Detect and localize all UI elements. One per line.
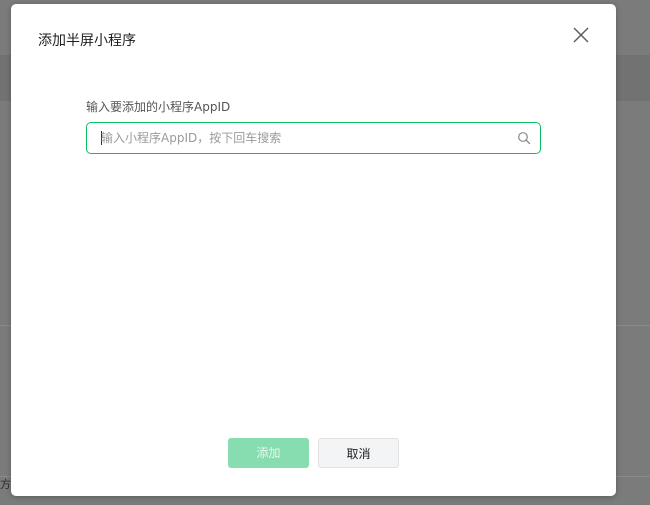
appid-search-box (86, 122, 541, 154)
add-half-screen-miniprogram-dialog: 添加半屏小程序 输入要添加的小程序AppID 添加 取消 (11, 4, 616, 496)
appid-field-label: 输入要添加的小程序AppID (86, 100, 231, 114)
close-button[interactable] (570, 24, 592, 46)
appid-search-input[interactable] (101, 123, 501, 153)
dialog-title: 添加半屏小程序 (38, 33, 136, 49)
close-icon (573, 27, 589, 43)
cancel-button[interactable]: 取消 (318, 438, 399, 468)
search-icon[interactable] (517, 131, 531, 145)
add-button[interactable]: 添加 (228, 438, 309, 468)
